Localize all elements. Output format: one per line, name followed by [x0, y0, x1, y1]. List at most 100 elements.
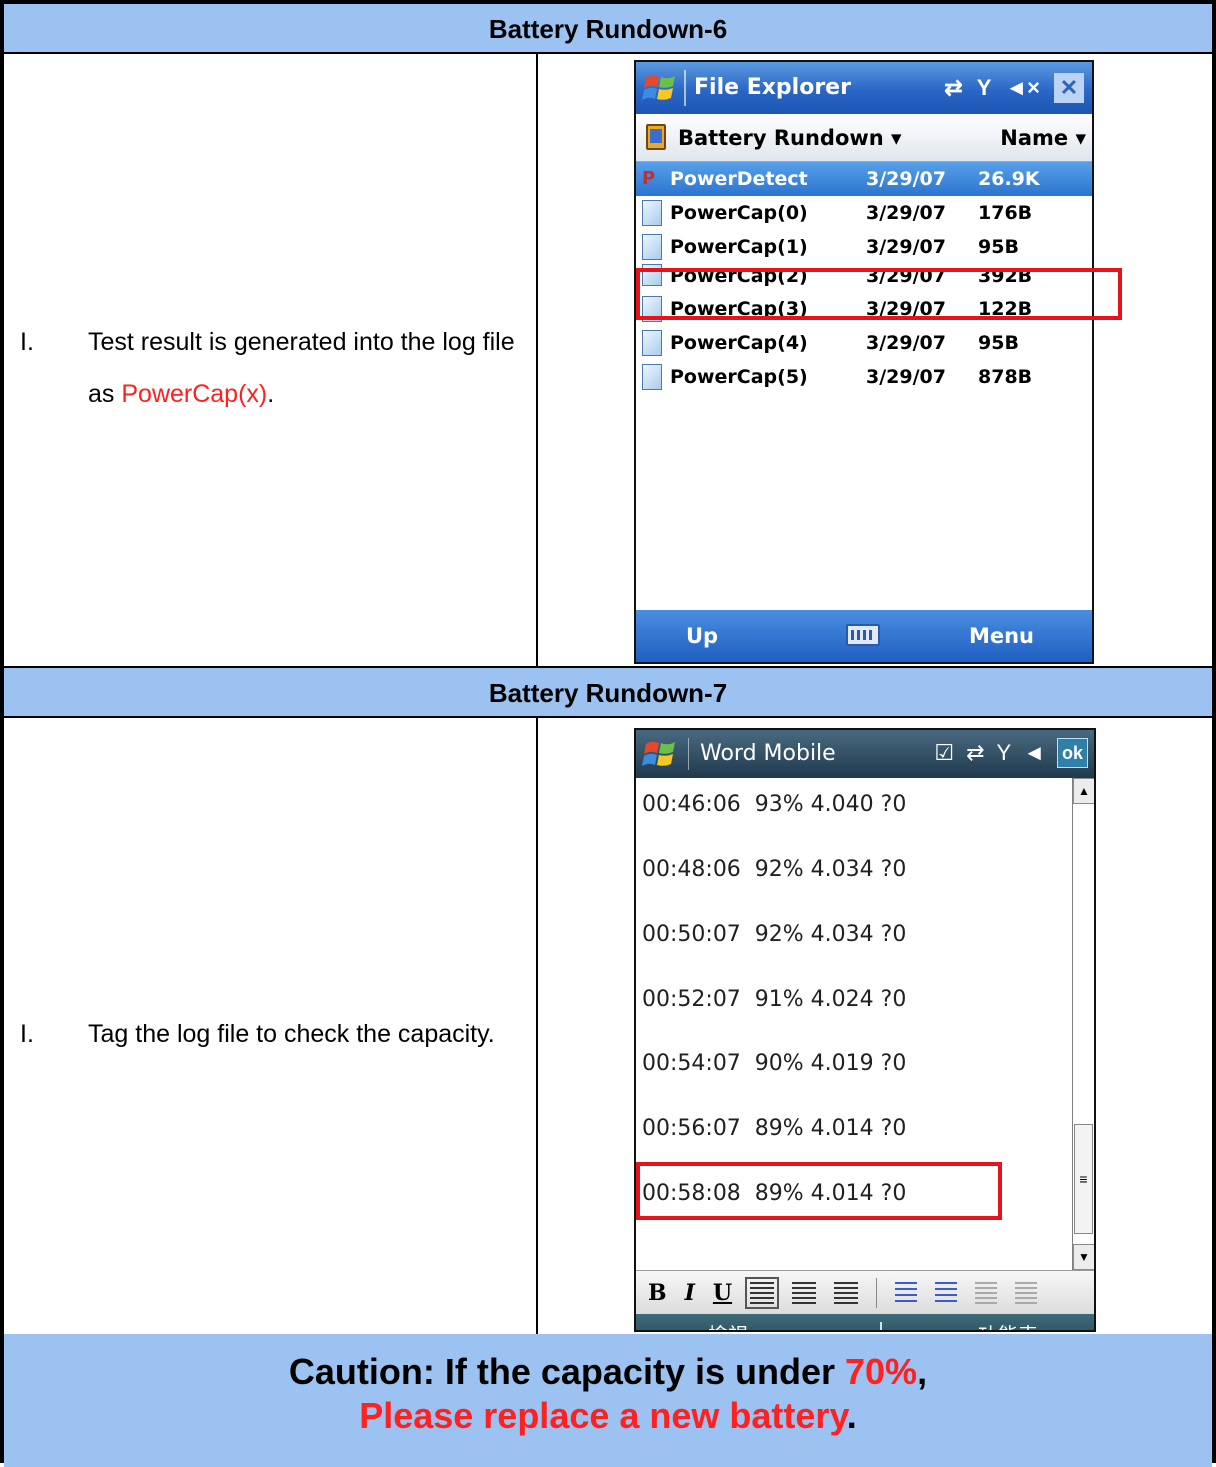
file-date: 3/29/07 [866, 236, 946, 258]
power-detect-icon: P [642, 168, 656, 189]
caution-period: . [846, 1395, 857, 1436]
connectivity-icon[interactable]: ⇄ [966, 740, 984, 766]
file-row[interactable]: PowerCap(0) 3/29/07 176B [636, 196, 1092, 230]
caution-banner: Caution: If the capacity is under 70%, P… [4, 1334, 1212, 1467]
windows-start-icon[interactable] [642, 70, 678, 106]
step-text: Tag the log file to check the capacity. [88, 1020, 495, 1048]
soft-key-bar: 檢視 功能表 [636, 1314, 1094, 1330]
caution-line-1: Caution: If the capacity is under 70%, [4, 1350, 1212, 1394]
scroll-down-icon[interactable]: ▼ [1073, 1244, 1094, 1270]
align-left-icon[interactable] [745, 1276, 780, 1309]
caution-comma: , [917, 1351, 928, 1392]
sort-label: Name [1000, 126, 1069, 150]
step-number: I. [20, 328, 34, 356]
file-size: 95B [978, 332, 1019, 354]
increase-indent-icon[interactable] [1015, 1281, 1038, 1304]
ok-button[interactable]: ok [1056, 738, 1088, 768]
file-date: 3/29/07 [866, 202, 946, 224]
edit-check-icon[interactable]: ☑ [934, 740, 954, 766]
signal-icon[interactable]: Y [997, 740, 1012, 766]
title-separator [688, 738, 689, 770]
file-date: 3/29/07 [866, 366, 946, 388]
caution-threshold: 70% [845, 1351, 918, 1392]
title-separator [684, 70, 686, 106]
highlight-box [636, 1162, 1002, 1220]
file-size: 878B [978, 366, 1033, 388]
align-center-icon[interactable] [792, 1281, 817, 1304]
file-row[interactable]: PowerCap(5) 3/29/07 878B [636, 360, 1092, 394]
bold-button[interactable]: B [648, 1280, 667, 1306]
file-row[interactable]: P PowerDetect 3/29/07 26.9K [636, 162, 1092, 196]
file-row[interactable]: PowerCap(1) 3/29/07 95B [636, 230, 1092, 264]
format-toolbar: B I U [636, 1270, 1094, 1314]
document-icon [642, 234, 662, 260]
italic-button[interactable]: I [685, 1280, 695, 1306]
scroll-thumb[interactable]: ≡ [1074, 1124, 1093, 1234]
folder-name: Battery Rundown [678, 126, 884, 150]
file-row[interactable]: PowerCap(4) 3/29/07 95B [636, 326, 1092, 360]
close-icon[interactable]: ✕ [1054, 73, 1084, 103]
instruction-cell: I. Tag the log file to check the capacit… [4, 718, 538, 1334]
up-softkey[interactable]: Up [686, 610, 718, 662]
file-date: 3/29/07 [866, 332, 946, 354]
decrease-indent-icon[interactable] [975, 1281, 998, 1304]
file-size: 95B [978, 236, 1019, 258]
instruction-cell: I. Test result is generated into the log… [4, 54, 538, 666]
log-line: 00:46:06 93% 4.040 ?0 [642, 792, 907, 817]
log-line: 00:48:06 92% 4.034 ?0 [642, 857, 907, 882]
connectivity-icon[interactable]: ⇄ [944, 75, 962, 101]
file-name: PowerCap(0) [670, 202, 808, 224]
input-panel-icon[interactable] [856, 1322, 882, 1330]
bulleted-list-icon[interactable] [935, 1281, 958, 1304]
status-icons: ⇄ Y ◄× ✕ [944, 72, 1084, 104]
log-line: 00:54:07 90% 4.019 ?0 [642, 1051, 907, 1076]
folder-dropdown[interactable]: Battery Rundown ▾ [678, 114, 902, 162]
document: Battery Rundown-6 I. Test result is gene… [0, 0, 1216, 1467]
soft-key-bar: Up Menu [636, 610, 1092, 662]
file-size: 176B [978, 202, 1033, 224]
file-explorer-screenshot: File Explorer ⇄ Y ◄× ✕ Battery Rundown ▾… [634, 60, 1094, 664]
numbered-list-icon[interactable] [895, 1281, 918, 1304]
file-name: PowerDetect [670, 168, 808, 190]
step-number: I. [20, 1020, 34, 1048]
log-line: 00:50:07 92% 4.034 ?0 [642, 922, 907, 947]
view-softkey[interactable]: 檢視 [708, 1314, 748, 1330]
window-title: Word Mobile [700, 741, 836, 766]
document-icon [642, 364, 662, 390]
title-bar: File Explorer ⇄ Y ◄× ✕ [636, 62, 1092, 114]
align-right-icon[interactable] [834, 1281, 859, 1304]
status-icons: ☑ ⇄ Y ◄ ok [934, 738, 1088, 768]
folder-bar: Battery Rundown ▾ Name ▾ [636, 114, 1092, 162]
document-icon [642, 200, 662, 226]
device-icon [646, 124, 666, 150]
word-mobile-screenshot: Word Mobile ☑ ⇄ Y ◄ ok 00:46:06 93% 4.04… [634, 728, 1096, 1332]
file-name: PowerCap(1) [670, 236, 808, 258]
volume-icon[interactable]: ◄ [1023, 740, 1045, 766]
volume-mute-icon[interactable]: ◄× [1005, 75, 1040, 101]
windows-start-icon[interactable] [642, 736, 678, 772]
caution-action: Please replace a new battery [359, 1395, 847, 1436]
window-title: File Explorer [694, 75, 851, 100]
file-name: PowerCap(4) [670, 332, 808, 354]
step-text-end: . [267, 380, 275, 408]
caution-line-2: Please replace a new battery. [4, 1394, 1212, 1438]
menu-softkey[interactable]: Menu [969, 610, 1034, 662]
document-icon [642, 330, 662, 356]
file-size: 26.9K [978, 168, 1040, 190]
menu-softkey[interactable]: 功能表 [978, 1314, 1038, 1330]
sort-dropdown[interactable]: Name ▾ [1000, 114, 1086, 162]
title-bar: Word Mobile ☑ ⇄ Y ◄ ok [636, 730, 1094, 778]
log-line: 00:56:07 89% 4.014 ?0 [642, 1116, 907, 1141]
section-header-rundown-6: Battery Rundown-6 [4, 4, 1212, 54]
step-text-highlight: PowerCap(x) [121, 380, 268, 408]
highlight-box [636, 268, 1122, 320]
scroll-up-icon[interactable]: ▲ [1073, 778, 1094, 804]
toolbar-separator [876, 1277, 878, 1308]
file-name: PowerCap(5) [670, 366, 808, 388]
file-date: 3/29/07 [866, 168, 946, 190]
underline-button[interactable]: U [713, 1280, 732, 1306]
log-line: 00:52:07 91% 4.024 ?0 [642, 987, 907, 1012]
signal-icon[interactable]: Y [977, 75, 992, 101]
vertical-scrollbar[interactable]: ▲ ≡ ▼ [1072, 778, 1094, 1270]
keyboard-icon[interactable] [846, 624, 880, 646]
